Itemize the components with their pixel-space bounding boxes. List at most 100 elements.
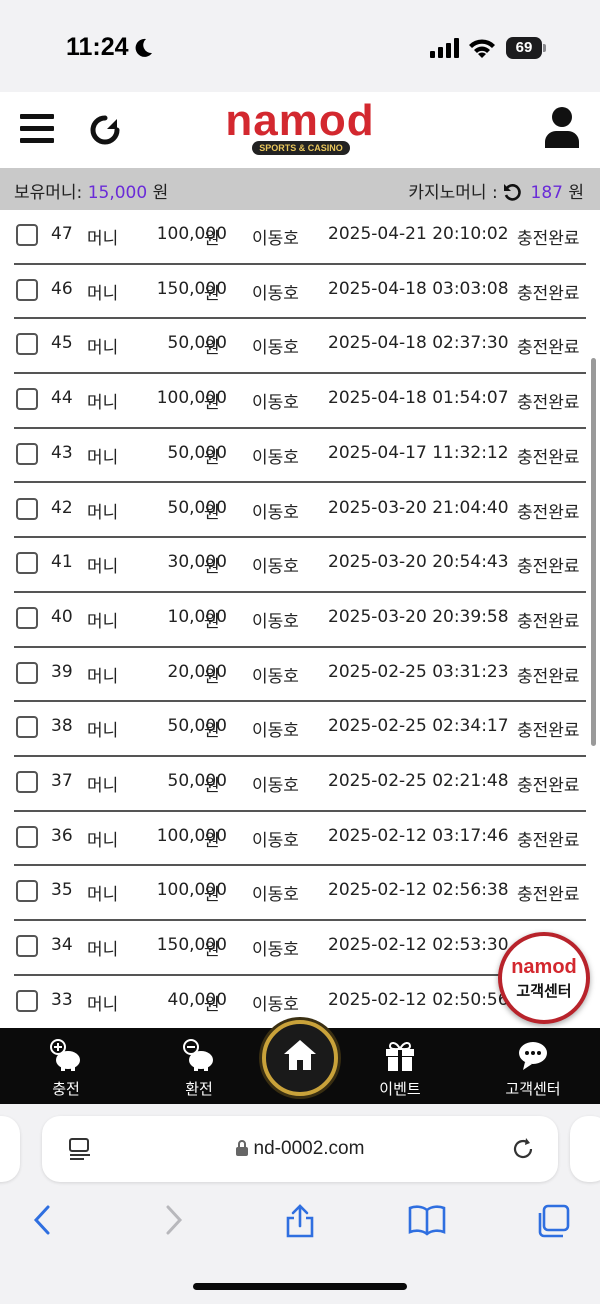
table-row[interactable]: 35 머니 100,000 원 이동호 2025-02-12 02:56:38 충전완료 xyxy=(14,866,586,922)
row-name: 이동호 xyxy=(252,721,299,742)
row-type: 머니 xyxy=(87,721,119,742)
tabs-icon[interactable] xyxy=(536,1204,572,1238)
nav-home-button[interactable] xyxy=(262,1020,338,1096)
row-number: 38 xyxy=(51,716,73,737)
casino-unit: 원 xyxy=(568,183,584,203)
hamburger-menu-button[interactable] xyxy=(20,112,56,146)
row-unit: 원 xyxy=(204,940,220,961)
row-type: 머니 xyxy=(87,557,119,578)
user-account-icon[interactable] xyxy=(544,106,580,148)
url-display: nd-0002.com xyxy=(42,1138,558,1160)
row-checkbox[interactable] xyxy=(16,333,38,356)
row-checkbox[interactable] xyxy=(16,552,38,575)
row-checkbox[interactable] xyxy=(16,880,38,903)
casino-balance: 카지노머니 : 187 원 xyxy=(408,178,584,203)
casino-value: 187 xyxy=(530,183,563,203)
table-row[interactable]: 38 머니 50,000 원 이동호 2025-02-25 02:34:17 충전완료 xyxy=(14,702,586,757)
table-row[interactable]: 44 머니 100,000 원 이동호 2025-04-18 01:54:07 충전완료 xyxy=(14,374,586,429)
row-name: 이동호 xyxy=(252,776,299,796)
battery-indicator: 69 xyxy=(506,37,546,59)
row-checkbox[interactable] xyxy=(16,989,38,1012)
row-date: 2025-04-18 03:03:08 xyxy=(328,278,509,299)
row-checkbox[interactable] xyxy=(16,278,38,301)
deposit-history-list[interactable]: 33 머니 40,000 원 이동호 2025-02-12 02:50:56 34 머니 150… xyxy=(0,210,600,1028)
row-type: 머니 xyxy=(87,830,119,851)
row-name: 이동호 xyxy=(252,994,299,1015)
row-status: 충전완료 xyxy=(517,885,580,906)
app-header: namod SPORTS & CASINO xyxy=(0,92,600,168)
row-date: 2025-02-25 02:34:17 xyxy=(328,716,509,737)
row-checkbox[interactable] xyxy=(16,224,38,246)
row-date: 2025-04-18 02:37:30 xyxy=(328,333,509,354)
previous-tab-pill[interactable] xyxy=(0,1116,20,1182)
address-bar[interactable]: nd-0002.com xyxy=(42,1116,558,1182)
nav-withdraw[interactable]: 환전 xyxy=(149,1028,249,1104)
row-unit: 원 xyxy=(204,338,220,359)
status-time: 11:24 xyxy=(66,33,129,61)
row-name: 이동호 xyxy=(252,229,299,249)
row-type: 머니 xyxy=(87,885,119,906)
table-row[interactable]: 45 머니 50,000 원 이동호 2025-04-18 02:37:30 충전완료 xyxy=(14,319,586,375)
back-icon[interactable] xyxy=(32,1204,54,1236)
row-type: 머니 xyxy=(87,229,119,249)
row-checkbox[interactable] xyxy=(16,661,38,684)
table-row[interactable]: 46 머니 150,000 원 이동호 2025-04-18 03:03:08 충전완료 xyxy=(14,265,586,320)
bookmarks-icon[interactable] xyxy=(408,1204,446,1236)
row-date: 2025-04-21 20:10:02 xyxy=(328,224,509,244)
cs-badge-logo: namod xyxy=(511,956,577,978)
row-unit: 원 xyxy=(204,447,220,468)
table-row[interactable]: 41 머니 30,000 원 이동호 2025-03-20 20:54:43 충전완료 xyxy=(14,538,586,593)
row-name: 이동호 xyxy=(252,666,299,687)
table-row[interactable]: 40 머니 10,000 원 이동호 2025-03-20 20:39:58 충전완료 xyxy=(14,593,586,648)
row-date: 2025-02-25 02:21:48 xyxy=(328,771,509,791)
nav-deposit-label: 충전 xyxy=(52,1080,80,1098)
customer-center-floating-button[interactable]: namod 고객센터 xyxy=(498,932,590,1024)
reload-icon[interactable] xyxy=(510,1136,536,1162)
casino-refresh-icon[interactable] xyxy=(503,183,521,201)
nav-support[interactable]: 고객센터 xyxy=(483,1028,583,1104)
row-checkbox[interactable] xyxy=(16,935,38,958)
row-status: 충전완료 xyxy=(517,721,580,742)
nav-deposit[interactable]: 충전 xyxy=(16,1028,116,1104)
table-row[interactable]: 43 머니 50,000 원 이동호 2025-04-17 11:32:12 충전완료 xyxy=(14,429,586,484)
row-name: 이동호 xyxy=(252,830,299,851)
share-icon[interactable] xyxy=(284,1204,316,1238)
row-status: 충전완료 xyxy=(517,283,580,304)
money-unit: 원 xyxy=(152,183,169,203)
row-checkbox[interactable] xyxy=(16,606,38,629)
next-tab-pill[interactable] xyxy=(570,1116,600,1182)
row-checkbox[interactable] xyxy=(16,825,38,848)
row-number: 34 xyxy=(51,935,73,956)
list-scrollbar[interactable] xyxy=(591,358,596,746)
row-checkbox[interactable] xyxy=(16,716,38,739)
screen: 11:24 69 namod SPORTS & CASINO 보유머니: 15,… xyxy=(0,0,600,1304)
logo-subtitle: SPORTS & CASINO xyxy=(252,141,350,155)
row-date: 2025-02-25 03:31:23 xyxy=(328,661,509,682)
table-row[interactable]: 47 머니 100,000 원 이동호 2025-04-21 20:10:02 충전완료 xyxy=(14,210,586,265)
row-date: 2025-02-12 02:53:30 xyxy=(328,935,509,956)
table-row[interactable]: 39 머니 20,000 원 이동호 2025-02-25 03:31:23 충전완료 xyxy=(14,648,586,703)
forward-icon[interactable] xyxy=(162,1204,184,1236)
row-number: 44 xyxy=(51,388,73,409)
row-checkbox[interactable] xyxy=(16,771,38,793)
row-checkbox[interactable] xyxy=(16,497,38,520)
row-type: 머니 xyxy=(87,447,119,468)
row-checkbox[interactable] xyxy=(16,388,38,411)
table-row[interactable]: 36 머니 100,000 원 이동호 2025-02-12 03:17:46 충전완료 xyxy=(14,812,586,867)
row-name: 이동호 xyxy=(252,611,299,632)
row-status: 충전완료 xyxy=(517,666,580,687)
money-balance: 보유머니: 15,000 원 xyxy=(14,178,168,203)
row-date: 2025-04-17 11:32:12 xyxy=(328,442,509,463)
row-checkbox[interactable] xyxy=(16,442,38,465)
balance-bar: 보유머니: 15,000 원 카지노머니 : 187 원 xyxy=(0,168,600,210)
row-number: 47 xyxy=(51,224,73,244)
table-row[interactable]: 37 머니 50,000 원 이동호 2025-02-25 02:21:48 충전완료 xyxy=(14,757,586,812)
battery-level: 69 xyxy=(506,37,542,59)
row-number: 35 xyxy=(51,880,73,901)
row-status: 충전완료 xyxy=(517,447,580,468)
nav-event[interactable]: 이벤트 xyxy=(350,1028,450,1104)
row-number: 39 xyxy=(51,661,73,682)
table-row[interactable]: 42 머니 50,000 원 이동호 2025-03-20 21:04:40 충전완료 xyxy=(14,484,586,539)
refresh-button[interactable] xyxy=(88,113,122,147)
brand-logo[interactable]: namod SPORTS & CASINO xyxy=(205,96,395,156)
